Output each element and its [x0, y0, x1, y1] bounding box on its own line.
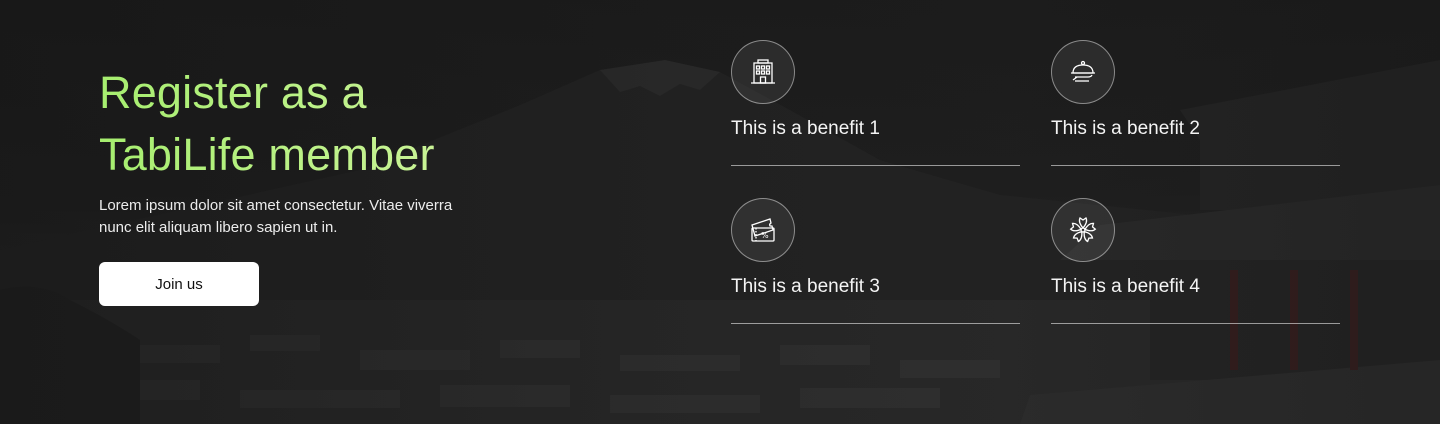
discount-ticket-icon: %	[731, 198, 795, 262]
food-cloche-icon	[1051, 40, 1115, 104]
benefit-item-1: This is a benefit 1	[731, 40, 1020, 166]
svg-text:%: %	[761, 231, 769, 240]
benefit-item-2: This is a benefit 2	[1051, 40, 1340, 166]
benefit-label-2: This is a benefit 2	[1051, 118, 1200, 139]
benefit-label-3: This is a benefit 3	[731, 276, 880, 297]
hero-text-block: Register as a TabiLife member Lorem ipsu…	[99, 62, 519, 306]
title-line-1: Register as a	[99, 67, 367, 118]
join-us-button[interactable]: Join us	[99, 262, 259, 306]
page-title: Register as a TabiLife member	[99, 62, 519, 186]
hero-description: Lorem ipsum dolor sit amet consectetur. …	[99, 197, 453, 236]
benefit-label-4: This is a benefit 4	[1051, 276, 1200, 297]
benefit-item-4: This is a benefit 4	[1051, 198, 1340, 324]
title-line-2: TabiLife member	[99, 129, 435, 180]
building-icon	[731, 40, 795, 104]
benefit-label-1: This is a benefit 1	[731, 118, 880, 139]
sakura-flower-icon	[1051, 198, 1115, 262]
register-hero-section: Register as a TabiLife member Lorem ipsu…	[0, 0, 1440, 424]
benefit-item-3: % This is a benefit 3	[731, 198, 1020, 324]
